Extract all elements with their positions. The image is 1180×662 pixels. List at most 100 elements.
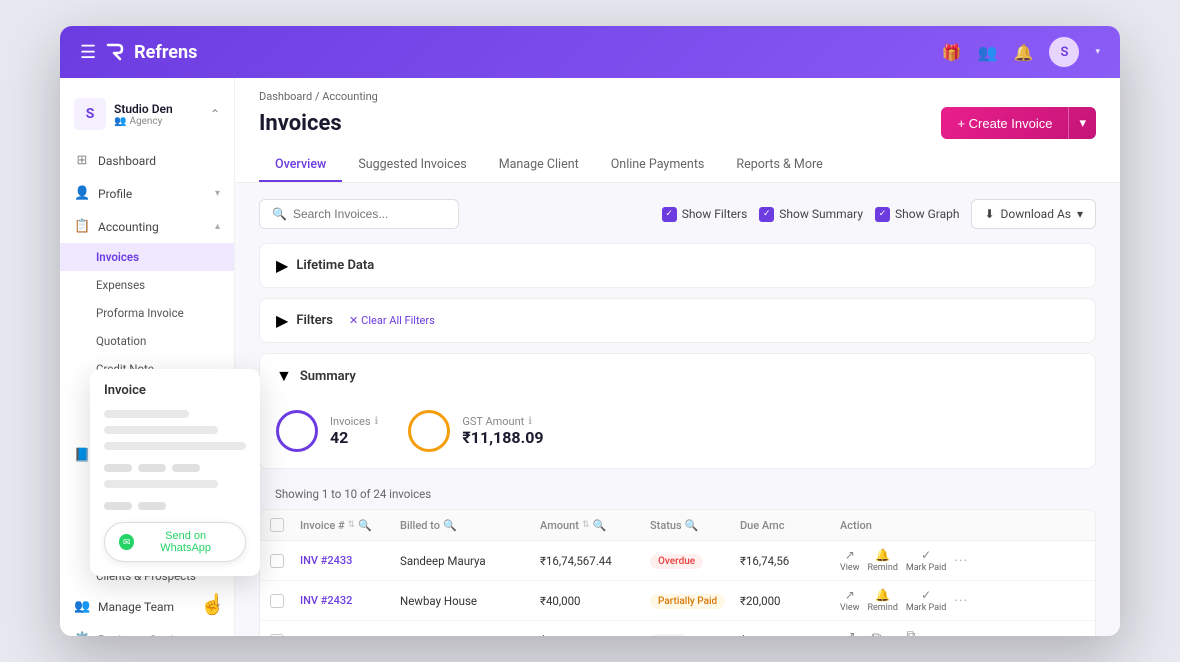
row-checkbox-cell[interactable] — [270, 554, 300, 568]
sidebar-sub-invoices[interactable]: Invoices — [60, 243, 234, 271]
row-checkbox[interactable] — [270, 554, 284, 568]
open-btn[interactable]: ↗Open — [840, 629, 861, 637]
billed-to: Sandeep Maurya — [400, 554, 540, 568]
user-avatar[interactable]: S — [1049, 37, 1079, 67]
header-checkbox-cell[interactable] — [270, 518, 300, 532]
view-icon: ↗ — [845, 548, 855, 562]
content-header: Dashboard / Accounting Invoices + Create… — [235, 78, 1120, 183]
search-input[interactable] — [293, 207, 446, 221]
invoice-number[interactable]: INV #2433 — [300, 554, 400, 567]
invoice-search-icon: 🔍 — [358, 519, 372, 532]
gst-ring — [408, 410, 450, 452]
mark-paid-btn[interactable]: ✓Mark Paid — [906, 588, 946, 613]
tab-suggested[interactable]: Suggested Invoices — [342, 149, 482, 182]
tab-overview[interactable]: Overview — [259, 149, 342, 182]
float-chip-5 — [138, 502, 166, 510]
bell-icon[interactable]: 🔔 — [1014, 43, 1034, 62]
more-btn[interactable]: ··· — [938, 633, 952, 636]
status-cell: Partially Paid — [650, 593, 740, 609]
show-graph-option[interactable]: ✓ Show Graph — [875, 207, 959, 222]
float-chip-3 — [172, 464, 200, 472]
invoices-summary-label: Invoices ℹ — [330, 415, 378, 428]
more-btn[interactable]: ··· — [954, 593, 968, 609]
show-graph-checkbox[interactable]: ✓ — [875, 207, 890, 222]
col-due-amount[interactable]: Due Amc — [740, 519, 840, 532]
header-checkbox[interactable] — [270, 518, 284, 532]
col-billed-to[interactable]: Billed to 🔍 — [400, 519, 540, 532]
close-icon: ✕ — [349, 314, 358, 327]
lifetime-chevron-right: ▶ — [276, 256, 288, 275]
filters-header[interactable]: ▶ Filters ✕ Clear All Filters — [260, 299, 1095, 342]
row-checkbox[interactable] — [270, 634, 284, 636]
tab-online-payments[interactable]: Online Payments — [595, 149, 721, 182]
view-btn[interactable]: ↗View — [840, 548, 859, 573]
duplicate-btn[interactable]: ⧉Duplicate — [892, 628, 930, 636]
clear-filters-btn[interactable]: ✕ Clear All Filters — [349, 314, 435, 327]
due-amount: $4000 — [740, 634, 840, 636]
hamburger-icon[interactable]: ☰ — [80, 42, 96, 63]
tab-manage-client[interactable]: Manage Client — [483, 149, 595, 182]
edit-btn[interactable]: ✏Edit — [869, 629, 884, 637]
float-line-2 — [104, 426, 218, 434]
col-amount[interactable]: Amount ⇅ 🔍 — [540, 519, 650, 532]
sidebar-item-accounting[interactable]: 📋 Accounting ▴ — [60, 210, 234, 243]
user-menu-chevron[interactable]: ▾ — [1095, 47, 1100, 57]
team-icon[interactable]: 👥 — [978, 43, 998, 62]
float-line-4 — [104, 480, 218, 488]
show-summary-option[interactable]: ✓ Show Summary — [759, 207, 863, 222]
float-chip-4 — [104, 502, 132, 510]
lifetime-title: Lifetime Data — [296, 258, 374, 273]
col-invoice-num[interactable]: Invoice # ⇅ 🔍 — [300, 519, 400, 532]
summary-header[interactable]: ▼ Summary — [260, 354, 1095, 398]
action-cell: ↗View 🔔Remind ✓Mark Paid ··· — [840, 548, 970, 573]
workspace-header[interactable]: S Studio Den 👥 Agency ⌃ — [60, 90, 234, 144]
sidebar-item-dashboard[interactable]: ⊞ Dashboard — [60, 144, 234, 177]
show-summary-checkbox[interactable]: ✓ — [759, 207, 774, 222]
col-status[interactable]: Status 🔍 — [650, 519, 740, 532]
download-as-button[interactable]: ⬇ Download As ▾ — [971, 199, 1096, 229]
remind-btn[interactable]: 🔔Remind — [867, 588, 897, 613]
table-row: INV #2431 Ace Motion Studio $4,000 Draft… — [260, 621, 1095, 636]
brand-name: Refrens — [134, 42, 197, 63]
top-nav: ☰ Refrens 🎁 👥 🔔 S ▾ — [60, 26, 1120, 78]
show-filters-option[interactable]: ✓ Show Filters — [662, 207, 748, 222]
create-invoice-button[interactable]: + Create Invoice ▾ — [941, 107, 1096, 139]
status-cell: Overdue — [650, 553, 740, 569]
breadcrumb-dashboard[interactable]: Dashboard — [259, 90, 312, 103]
dashboard-icon: ⊞ — [74, 153, 90, 168]
invoices-summary-card: Invoices ℹ 42 — [276, 410, 378, 452]
mark-paid-icon: ✓ — [921, 548, 931, 562]
gst-summary-card: GST Amount ℹ ₹11,188.09 — [408, 410, 543, 452]
info-icon: ℹ — [375, 416, 379, 427]
agency-icon: 👥 — [114, 116, 126, 127]
table-row: INV #2432 Newbay House ₹40,000 Partially… — [260, 581, 1095, 621]
more-btn[interactable]: ··· — [954, 553, 968, 569]
tab-reports[interactable]: Reports & More — [720, 149, 838, 182]
col-action: Action — [840, 519, 970, 532]
sidebar-sub-expenses[interactable]: Expenses — [60, 271, 234, 299]
search-box[interactable]: 🔍 — [259, 199, 459, 229]
sidebar-item-profile[interactable]: 👤 Profile ▾ — [60, 177, 234, 210]
breadcrumb-accounting[interactable]: Accounting — [322, 90, 378, 103]
invoice-number[interactable]: INV #2432 — [300, 594, 400, 607]
remind-btn[interactable]: 🔔Remind — [867, 548, 897, 573]
invoice-number[interactable]: INV #2431 — [300, 635, 400, 637]
row-checkbox-cell[interactable] — [270, 634, 300, 636]
sidebar-sub-proforma[interactable]: Proforma Invoice — [60, 299, 234, 327]
row-checkbox[interactable] — [270, 594, 284, 608]
filter-bar: 🔍 ✓ Show Filters ✓ Show Summary ✓ Sho — [259, 199, 1096, 229]
lifetime-header[interactable]: ▶ Lifetime Data — [260, 244, 1095, 287]
whatsapp-button[interactable]: ✉ Send on WhatsApp — [104, 522, 246, 562]
sidebar-label-manage-team: Manage Team — [98, 600, 174, 614]
mark-paid-btn[interactable]: ✓Mark Paid — [906, 548, 946, 573]
sidebar-sub-quotation[interactable]: Quotation — [60, 327, 234, 355]
filters-section: ▶ Filters ✕ Clear All Filters — [259, 298, 1096, 343]
show-filters-checkbox[interactable]: ✓ — [662, 207, 677, 222]
page-title-row: Invoices + Create Invoice ▾ — [259, 107, 1096, 139]
showing-text: Showing 1 to 10 of 24 invoices — [259, 479, 1096, 509]
gift-icon[interactable]: 🎁 — [942, 43, 962, 62]
row-checkbox-cell[interactable] — [270, 594, 300, 608]
create-invoice-dropdown[interactable]: ▾ — [1068, 107, 1096, 139]
view-btn[interactable]: ↗View — [840, 588, 859, 613]
sidebar-item-business-settings[interactable]: ⚙️ Business Settings — [60, 623, 234, 636]
